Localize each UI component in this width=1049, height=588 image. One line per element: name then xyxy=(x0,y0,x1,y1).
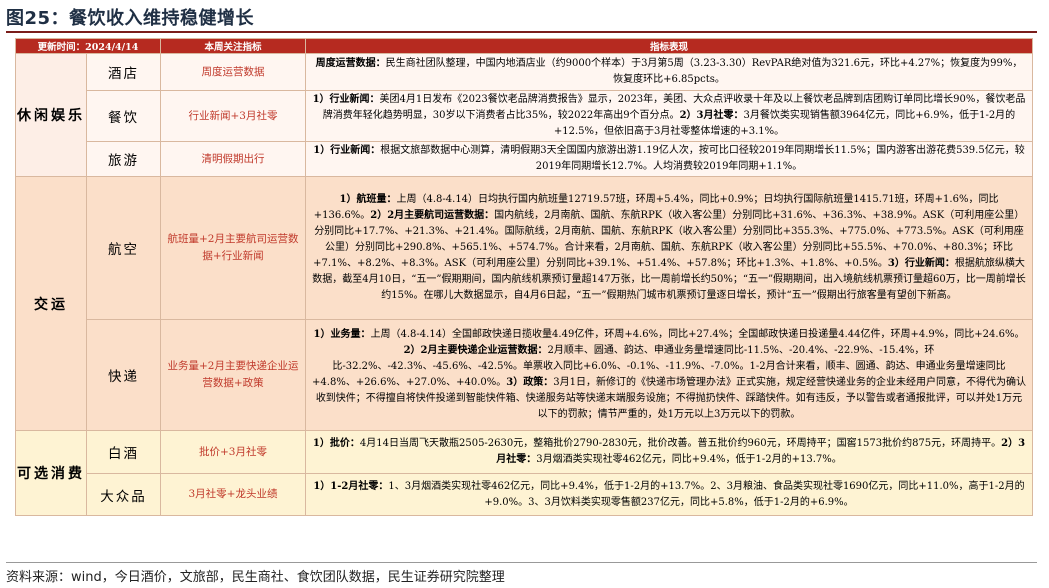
row-name-express: 快递 xyxy=(86,319,161,431)
row-name-mass-goods: 大众品 xyxy=(86,473,161,516)
row-indicator-express: 业务量+2月主要快递企业运营数据+政策 xyxy=(160,319,306,431)
row-perf-mass-goods: 1）1-2月社零：1、3月烟酒类实现社零462亿元，同比+9.4%，低于1-2月… xyxy=(305,473,1033,516)
row-name-hotel: 酒店 xyxy=(86,53,161,91)
row-indicator-hotel: 周度运营数据 xyxy=(160,53,306,91)
row-perf-baijiu: 1）批价：4月14日当周飞天散瓶2505-2630元，整箱批价2790-2830… xyxy=(305,430,1033,474)
row-indicator-mass-goods: 3月社零+龙头业绩 xyxy=(160,473,306,516)
row-indicator-travel: 清明假期出行 xyxy=(160,141,306,177)
source-note: 资料来源：wind，今日酒价，文旅部，民生商社、食饮团队数据，民生证券研究院整理 xyxy=(6,570,505,585)
row-indicator-aviation: 航班量+2月主要航司运营数据+行业新闻 xyxy=(160,176,306,320)
row-name-travel: 旅游 xyxy=(86,141,161,177)
header-update-time: 更新时间：2024/4/14 xyxy=(15,38,161,54)
row-name-dining: 餐饮 xyxy=(86,90,161,142)
row-indicator-baijiu: 批价+3月社零 xyxy=(160,430,306,474)
figure-title: 图25：餐饮收入维持稳健增长 xyxy=(6,8,255,29)
row-perf-aviation: 1）航班量：上周（4.8-4.14）日均执行国内航班量12719.57班，环周+… xyxy=(305,176,1033,320)
row-perf-express: 1）业务量：上周（4.8-4.14）全国邮政快递日揽收量4.49亿件，环周+4.… xyxy=(305,319,1033,431)
row-perf-dining: 1）行业新闻：美团4月1日发布《2023餐饮老品牌消费报告》显示，2023年，美… xyxy=(305,90,1033,142)
category-transport: 交运 xyxy=(15,176,87,431)
row-perf-travel: 1）行业新闻：根据文旅部数据中心测算，清明假期3天全国国内旅游出游1.19亿人次… xyxy=(305,141,1033,177)
row-indicator-dining: 行业新闻+3月社零 xyxy=(160,90,306,142)
header-indicator: 本周关注指标 xyxy=(160,38,306,54)
bottom-divider xyxy=(6,562,1037,563)
row-name-baijiu: 白酒 xyxy=(86,430,161,474)
category-consumer: 可选消费 xyxy=(15,430,87,516)
row-name-aviation: 航空 xyxy=(86,176,161,320)
header-performance: 指标表现 xyxy=(305,38,1033,54)
title-divider xyxy=(6,31,1037,33)
row-perf-hotel: 周度运营数据：民生商社团队整理，中国内地酒店业（约9000个样本）于3月第5周（… xyxy=(305,53,1033,91)
indicator-table: 更新时间：2024/4/14 本周关注指标 指标表现 休闲娱乐 酒店 周度运营数… xyxy=(15,38,1033,516)
category-leisure: 休闲娱乐 xyxy=(15,53,87,177)
